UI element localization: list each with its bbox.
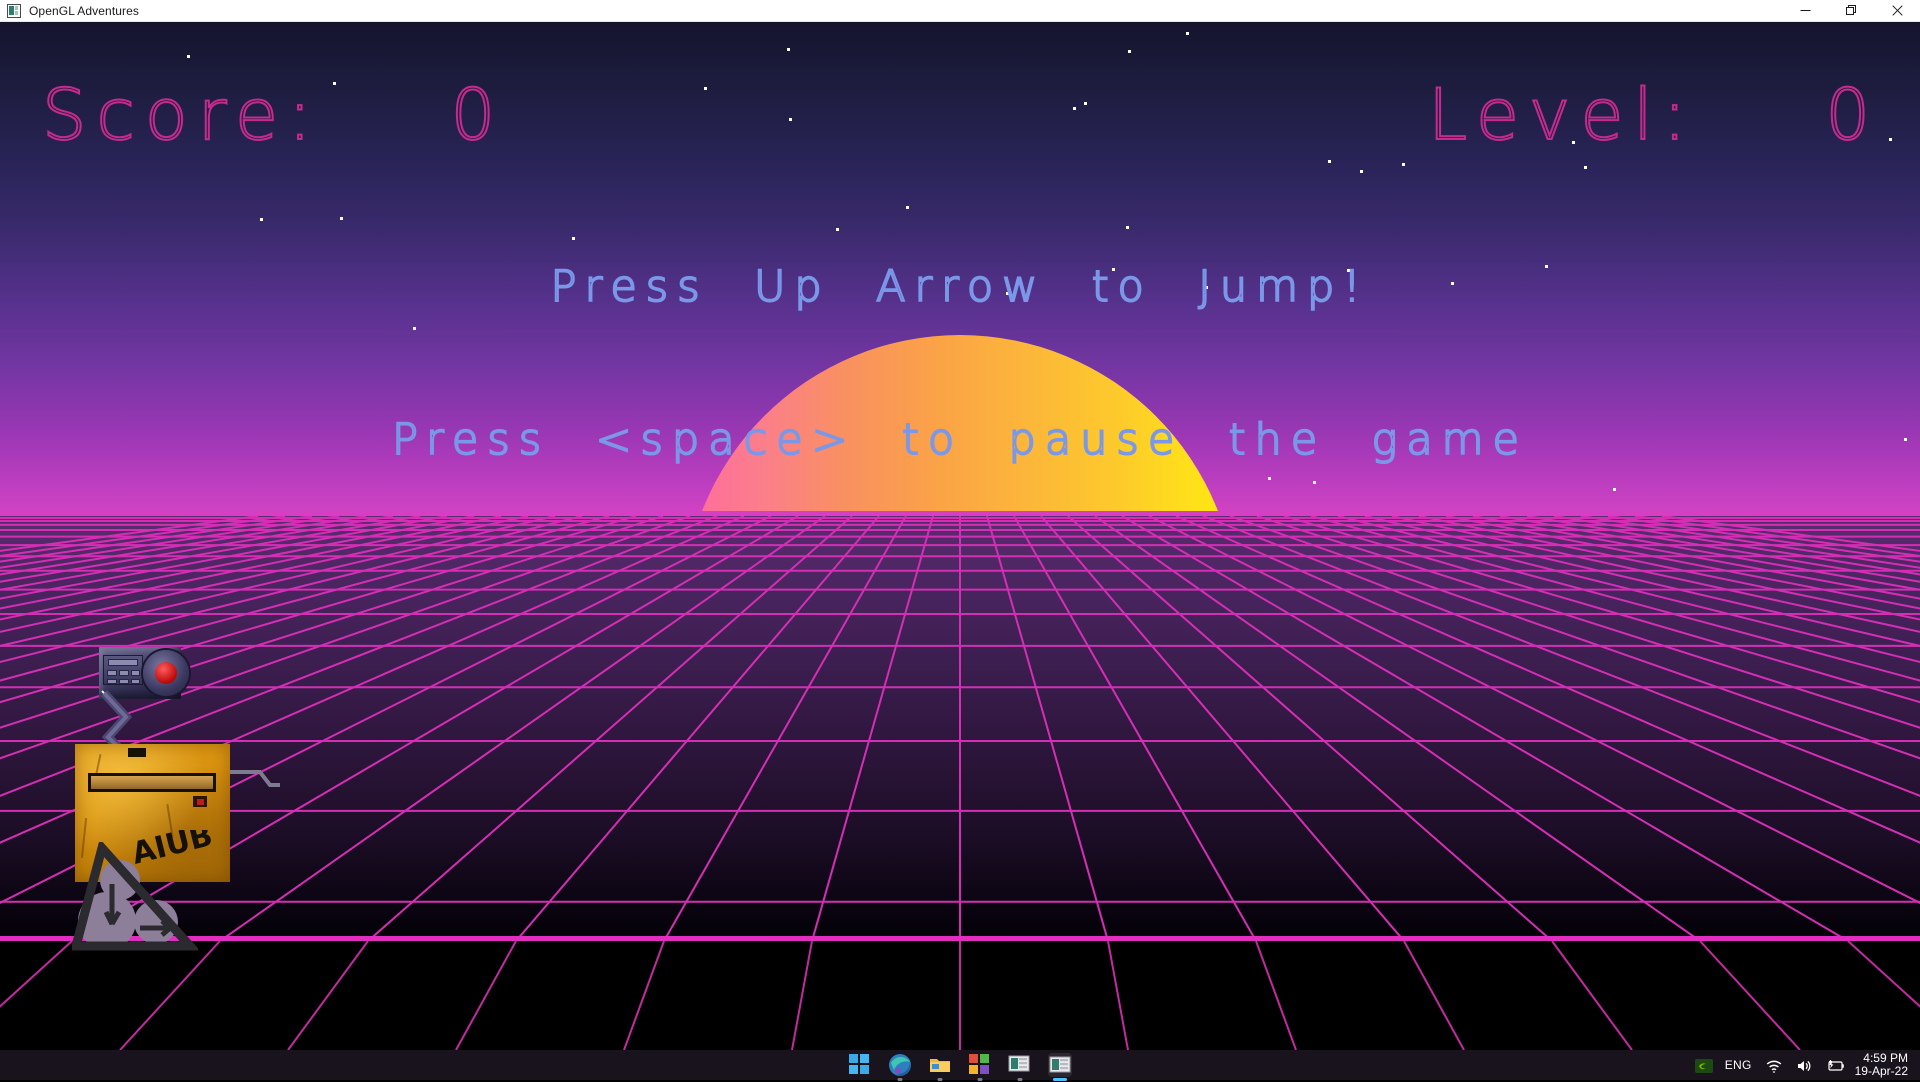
window-title: OpenGL Adventures: [29, 3, 139, 18]
star: [836, 228, 839, 231]
window-title-bar[interactable]: OpenGL Adventures: [0, 0, 1920, 22]
battery-charging-icon[interactable]: [1825, 1057, 1844, 1074]
robot-neck-arm: [98, 689, 138, 757]
wifi-icon[interactable]: [1765, 1057, 1782, 1074]
minimize-button[interactable]: [1782, 0, 1828, 22]
star: [1073, 107, 1076, 110]
robot-side-arm: [230, 769, 280, 787]
star: [787, 48, 790, 51]
star: [1084, 102, 1087, 105]
star: [1584, 166, 1587, 169]
star: [413, 327, 416, 330]
star: [906, 206, 909, 209]
close-button[interactable]: [1874, 0, 1920, 22]
star: [789, 118, 792, 121]
game-canvas[interactable]: Score: 0 Level: 0 Press Up Arrow to Jump…: [0, 22, 1920, 1050]
star: [187, 55, 190, 58]
jump-instruction: Press Up Arrow to Jump!: [549, 261, 1370, 313]
star: [704, 87, 707, 90]
pit-area: [0, 941, 1920, 1050]
level-display: Level: 0: [1427, 73, 1880, 157]
star: [1128, 50, 1131, 53]
crate-slot: [88, 773, 216, 792]
volume-icon[interactable]: [1795, 1057, 1812, 1074]
nvidia-icon[interactable]: [1694, 1057, 1713, 1074]
star: [1360, 170, 1363, 173]
edge-browser-icon[interactable]: [888, 1053, 912, 1077]
star: [1889, 138, 1892, 141]
microsoft-store-icon[interactable]: [968, 1053, 992, 1077]
clock-date: 19-Apr-22: [1854, 1064, 1908, 1078]
window-controls: [1782, 0, 1920, 22]
pause-instruction: Press <space> to pause the game: [391, 414, 1529, 466]
clock[interactable]: 4:59 PM 19-Apr-22: [1855, 1052, 1914, 1078]
star: [1268, 477, 1271, 480]
opengl-adventures-taskbar-icon[interactable]: [1048, 1053, 1072, 1077]
star: [1613, 488, 1616, 491]
crate-knob: [128, 748, 146, 757]
star: [1186, 32, 1189, 35]
opengl-app-icon: [7, 3, 21, 18]
star: [260, 218, 263, 221]
star: [1402, 163, 1405, 166]
robot-base-treads: [72, 842, 198, 951]
app-window-1-icon[interactable]: [1008, 1053, 1032, 1077]
maximize-restore-button[interactable]: [1828, 0, 1874, 22]
start-button[interactable]: [848, 1053, 872, 1077]
star: [1313, 481, 1316, 484]
robot-head-panel: [103, 655, 143, 685]
taskbar-app-icons: [848, 1053, 1072, 1077]
score-display: Score: 0: [41, 73, 506, 157]
file-explorer-icon[interactable]: [928, 1053, 952, 1077]
star: [1328, 160, 1331, 163]
player-crate-robot: AIUB: [70, 647, 290, 957]
windows-taskbar[interactable]: ENG 4:59 PM 19-Apr-22: [0, 1050, 1920, 1080]
star: [572, 237, 575, 240]
robot-lens-light: [155, 662, 177, 684]
star: [1126, 226, 1129, 229]
pit-lines-svg: [0, 941, 1920, 1050]
language-indicator[interactable]: ENG: [1725, 1058, 1752, 1072]
star: [340, 217, 343, 220]
system-tray: ENG 4:59 PM 19-Apr-22: [1694, 1052, 1914, 1078]
